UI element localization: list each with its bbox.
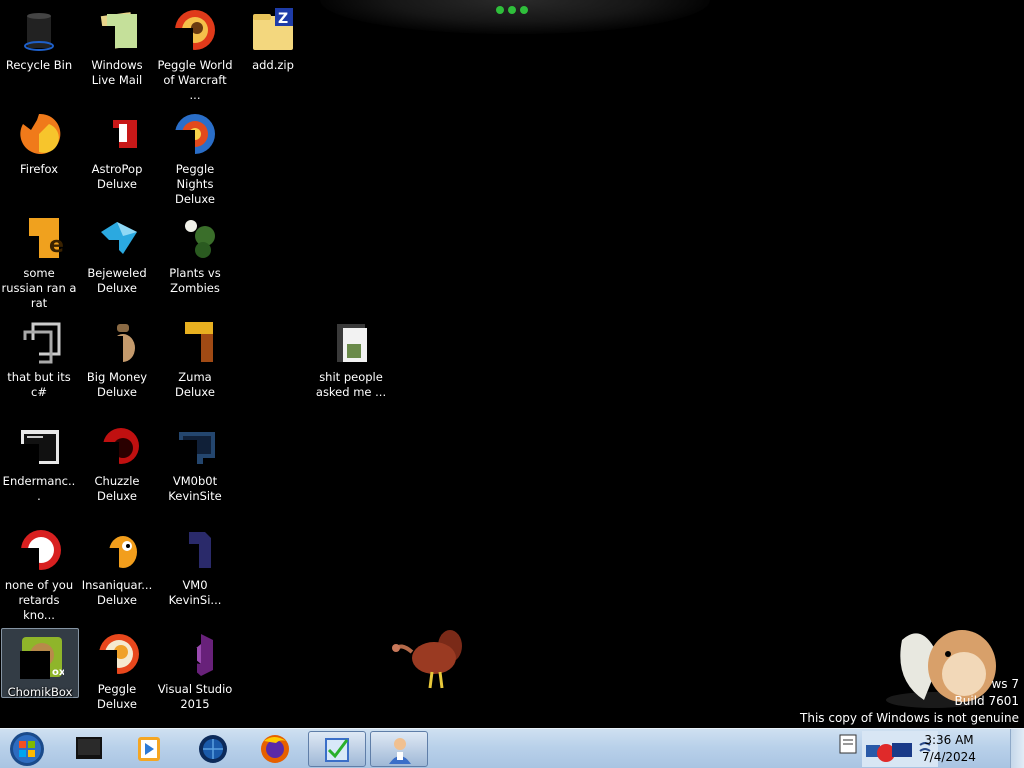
insaniquarium-icon <box>93 526 141 574</box>
vm-monitor-icon <box>171 422 219 470</box>
desktop-icon-recycle-bin[interactable]: Recycle Bin <box>0 2 78 98</box>
folder-icon <box>327 318 375 366</box>
desktop-icon-visual-studio[interactable]: Visual Studio 2015 <box>156 626 234 722</box>
firefox-icon <box>15 110 63 158</box>
visual-studio-icon <box>171 630 219 678</box>
bejeweled-icon <box>93 214 141 262</box>
desktop-icon-endermanc[interactable]: Endermanc... <box>0 418 78 514</box>
desktop-icon-some-russian[interactable]: e some russian ran a rat <box>0 210 78 310</box>
desktop-icon-windows-live-mail[interactable]: Windows Live Mail <box>78 2 156 98</box>
desktop-icon-chomikbox[interactable]: ox ChomikBox <box>1 628 79 699</box>
taskbar-globe-app[interactable] <box>184 731 242 767</box>
desktop-icon-vm0-kevinsi[interactable]: VM0 KevinSi... <box>156 522 234 618</box>
turkey-desktop-pet[interactable] <box>390 622 466 694</box>
desktop-icon-vm0b0t-kevinsite[interactable]: VM0b0t KevinSite <box>156 418 234 514</box>
red-circle-icon <box>15 526 63 574</box>
peggle-icon <box>93 630 141 678</box>
astropop-icon <box>93 110 141 158</box>
show-desktop-button[interactable] <box>1010 729 1024 768</box>
globe-app-icon <box>199 735 227 763</box>
chuzzle-icon <box>93 422 141 470</box>
desktop-icon-add-zip[interactable]: Z add.zip <box>234 2 312 98</box>
watermark-notice: This copy of Windows is not genuine <box>800 711 1019 725</box>
desktop-icon-peggle-wow[interactable]: Peggle World of Warcraft ... <box>156 2 234 102</box>
desktop[interactable]: Recycle Bin Firefox e some russian ran a… <box>0 0 1024 728</box>
desktop-icon-shit-people-asked[interactable]: shit people asked me ... <box>312 314 390 410</box>
checklist-app-icon <box>325 738 349 762</box>
zuma-icon <box>171 318 219 366</box>
clock-time: 3:36 AM <box>924 733 974 747</box>
desktop-icon-big-money[interactable]: Big Money Deluxe <box>78 314 156 410</box>
peggle-nights-icon <box>171 110 219 158</box>
file-e-icon: e <box>15 214 64 262</box>
media-player-icon <box>138 737 160 761</box>
recycle-bin-icon <box>15 6 63 54</box>
windows-live-mail-icon <box>93 6 141 54</box>
taskbar-firefox[interactable] <box>246 731 304 767</box>
taskbar: 3:36 AM 7/4/2024 <box>0 728 1024 768</box>
copy-shortcut-icon <box>15 318 63 366</box>
desktop-icon-that-but-its-csharp[interactable]: that but its c# <box>0 314 78 410</box>
firefox-taskbar-icon <box>261 735 289 763</box>
monitor-app-icon <box>76 737 102 759</box>
clock-date: 7/4/2024 <box>922 750 976 764</box>
desktop-icon-zuma[interactable]: Zuma Deluxe <box>156 314 234 410</box>
user-app-icon <box>389 738 411 764</box>
desktop-icon-firefox[interactable]: Firefox <box>0 106 78 202</box>
desktop-icon-plants-vs-zombies[interactable]: Plants vs Zombies <box>156 210 234 306</box>
desktop-icon-chuzzle[interactable]: Chuzzle Deluxe <box>78 418 156 514</box>
top-ornament <box>320 0 710 34</box>
watermark-os: ws 7 <box>991 677 1019 691</box>
genuine-watermark: ws 7 Build 7601 This copy of Windows is … <box>800 676 1019 727</box>
notepad-tray-icon <box>839 734 857 754</box>
tray-notepad[interactable] <box>836 731 862 767</box>
plants-vs-zombies-icon <box>171 214 219 262</box>
chomikbox-icon: ox <box>16 633 66 681</box>
svg-text:ox: ox <box>52 667 64 678</box>
desktop-icon-bejeweled[interactable]: Bejeweled Deluxe <box>78 210 156 306</box>
desktop-icon-astropop[interactable]: AstroPop Deluxe <box>78 106 156 202</box>
svg-text:Z: Z <box>278 11 288 27</box>
big-money-icon <box>93 318 141 366</box>
svg-text:e: e <box>49 233 63 258</box>
desktop-icon-insaniquarium[interactable]: Insaniquar... Deluxe <box>78 522 156 618</box>
vm-document-icon <box>171 526 219 574</box>
taskbar-media-player[interactable] <box>120 731 178 767</box>
peggle-wow-icon <box>171 6 219 54</box>
desktop-icon-peggle-nights[interactable]: Peggle Nights Deluxe <box>156 106 234 206</box>
taskbar-monitor-app[interactable] <box>60 731 118 767</box>
start-button[interactable] <box>4 730 50 768</box>
start-orb-icon <box>10 732 44 766</box>
taskbar-checklist-app[interactable] <box>308 731 366 767</box>
taskbar-user-app[interactable] <box>370 731 428 767</box>
system-clock[interactable]: 3:36 AM 7/4/2024 <box>914 732 984 766</box>
desktop-icon-peggle-deluxe[interactable]: Peggle Deluxe <box>78 626 156 722</box>
zip-folder-icon: Z <box>249 6 297 54</box>
watermark-build: Build 7601 <box>954 694 1019 708</box>
window-app-icon <box>15 422 63 470</box>
desktop-icon-none-of-you[interactable]: none of you retards kno... <box>0 522 78 622</box>
